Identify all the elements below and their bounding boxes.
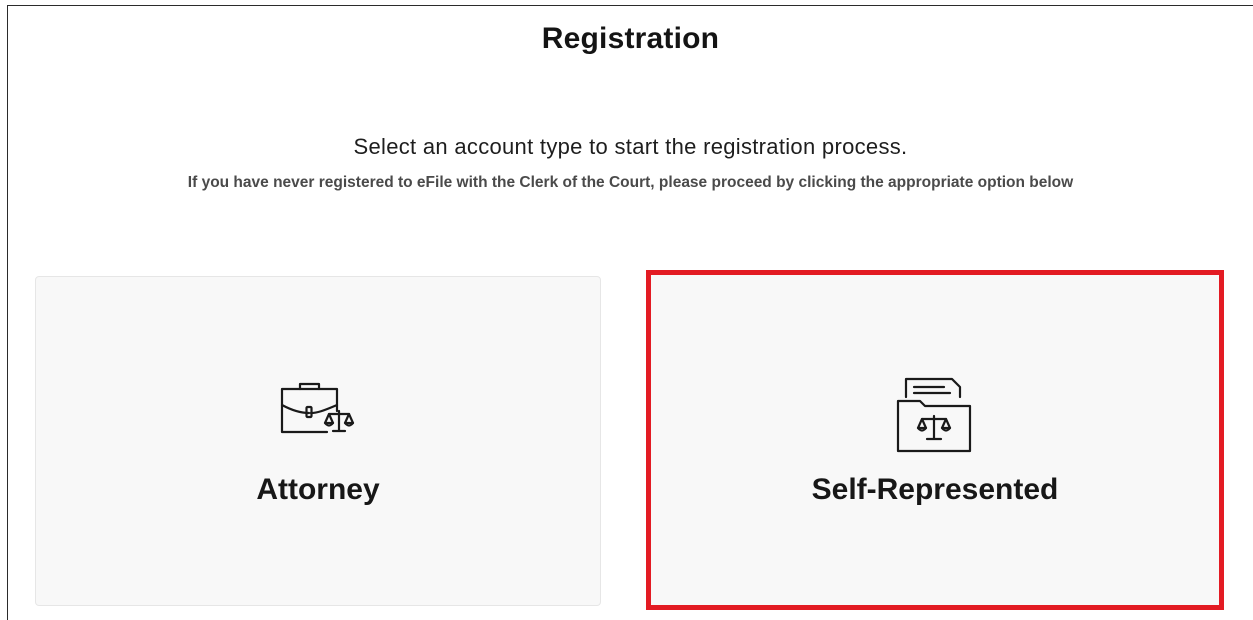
- folder-scales-icon: [894, 375, 976, 460]
- attorney-option-label: Attorney: [256, 473, 380, 506]
- self-represented-option-label: Self-Represented: [811, 473, 1059, 506]
- self-represented-option-card[interactable]: Self-Represented: [646, 270, 1224, 610]
- attorney-option-card[interactable]: Attorney: [35, 276, 601, 606]
- page-instruction: If you have never registered to eFile wi…: [187, 174, 1074, 191]
- page-title: Registration: [541, 22, 720, 55]
- briefcase-scales-icon: [277, 381, 359, 444]
- page-subtitle: Select an account type to start the regi…: [353, 134, 908, 159]
